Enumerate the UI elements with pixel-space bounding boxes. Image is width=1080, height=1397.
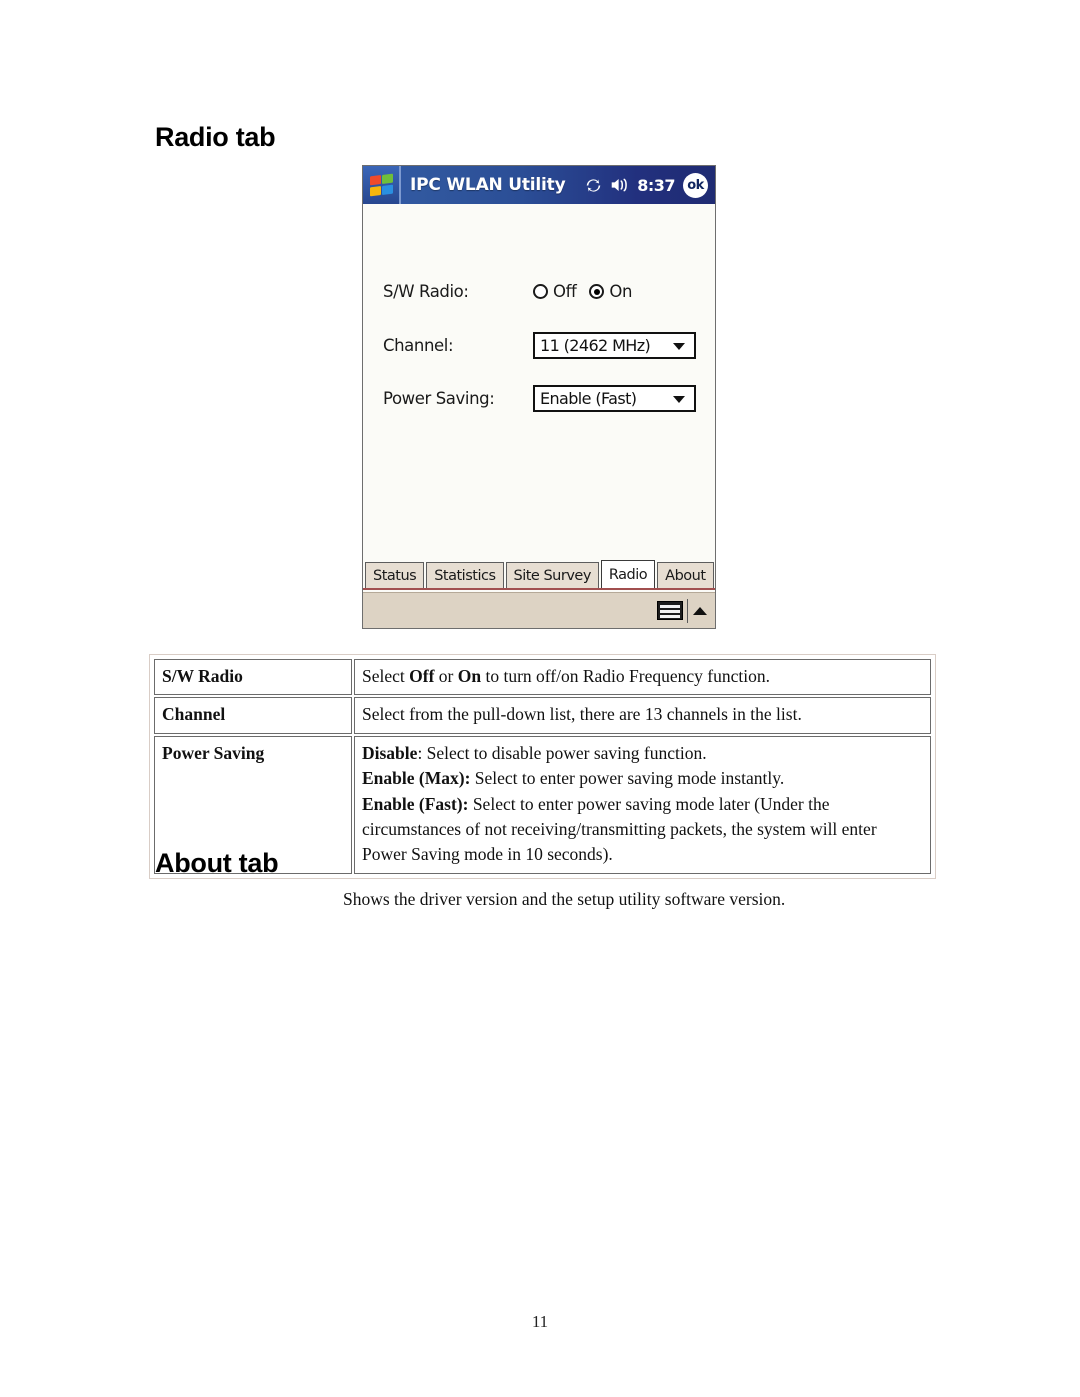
table-row: S/W Radio Select Off or On to turn off/o… xyxy=(154,659,931,696)
pda-titlebar: IPC WLAN Utility 8:37 ok xyxy=(363,166,715,204)
tab-statistics[interactable]: Statistics xyxy=(426,562,504,588)
radio-button-on[interactable] xyxy=(589,284,605,299)
app-title: IPC WLAN Utility xyxy=(410,175,566,195)
field-row-channel: Channel: 11 (2462 MHz) xyxy=(383,332,696,359)
page-heading-about-tab: About tab xyxy=(155,848,279,878)
sync-icon[interactable] xyxy=(585,177,602,194)
table-term-channel: Channel xyxy=(154,697,352,734)
titlebar-status-icons: 8:37 ok xyxy=(585,172,715,198)
table-def-power-saving: Disable: Select to disable power saving … xyxy=(354,735,931,874)
radio-tab-panel: S/W Radio: Off On Channel: 11 (2462 MHz) xyxy=(363,204,715,564)
about-tab-description: Shows the driver version and the setup u… xyxy=(343,889,786,909)
radio-label-on: On xyxy=(609,282,633,301)
windows-flag-icon xyxy=(369,173,393,197)
power-saving-label: Power Saving: xyxy=(383,389,495,408)
sip-taskbar xyxy=(363,592,715,628)
radio-settings-description-table: S/W Radio Select Off or On to turn off/o… xyxy=(149,654,936,879)
tab-about[interactable]: About xyxy=(657,562,714,588)
power-saving-selected-value: Enable (Fast) xyxy=(540,389,637,408)
sip-up-arrow-icon[interactable] xyxy=(693,606,707,615)
document-page: Radio tab IPC WLAN Utility 8:37 ok S/W R… xyxy=(0,0,1080,1397)
tab-site-survey[interactable]: Site Survey xyxy=(505,562,599,588)
channel-label: Channel: xyxy=(383,336,454,355)
power-saving-dropdown[interactable]: Enable (Fast) xyxy=(533,385,696,412)
field-row-sw-radio: S/W Radio: Off On xyxy=(383,282,632,301)
channel-selected-value: 11 (2462 MHz) xyxy=(540,336,651,355)
pda-screenshot: IPC WLAN Utility 8:37 ok S/W Radio: Off … xyxy=(362,165,716,629)
radio-button-off[interactable] xyxy=(533,284,548,299)
clock-text[interactable]: 8:37 xyxy=(637,176,675,195)
page-heading-radio-tab: Radio tab xyxy=(155,122,276,152)
speaker-icon[interactable] xyxy=(610,177,629,193)
table-def-channel: Select from the pull-down list, there ar… xyxy=(354,697,931,734)
page-number: 11 xyxy=(531,1312,549,1331)
divider xyxy=(687,598,688,623)
sw-radio-group: Off On xyxy=(533,282,632,301)
sw-radio-option-off[interactable]: Off xyxy=(533,282,577,301)
sw-radio-label: S/W Radio: xyxy=(383,282,469,301)
keyboard-icon[interactable] xyxy=(657,601,683,620)
sw-radio-option-on[interactable]: On xyxy=(589,282,632,301)
table-def-sw-radio: Select Off or On to turn off/on Radio Fr… xyxy=(354,659,931,696)
radio-label-off: Off xyxy=(553,282,577,301)
start-menu-button[interactable] xyxy=(363,166,401,204)
table-term-sw-radio: S/W Radio xyxy=(154,659,352,696)
chevron-down-icon[interactable] xyxy=(673,342,685,350)
tab-status[interactable]: Status xyxy=(365,562,425,588)
chevron-down-icon[interactable] xyxy=(673,395,685,403)
table-row: Channel Select from the pull-down list, … xyxy=(154,697,931,734)
field-row-power-saving: Power Saving: Enable (Fast) xyxy=(383,385,696,412)
ok-button[interactable]: ok xyxy=(683,172,708,198)
tab-radio[interactable]: Radio xyxy=(600,560,656,588)
channel-dropdown[interactable]: 11 (2462 MHz) xyxy=(533,332,696,359)
tab-strip: Status Statistics Site Survey Radio Abou… xyxy=(363,560,715,590)
